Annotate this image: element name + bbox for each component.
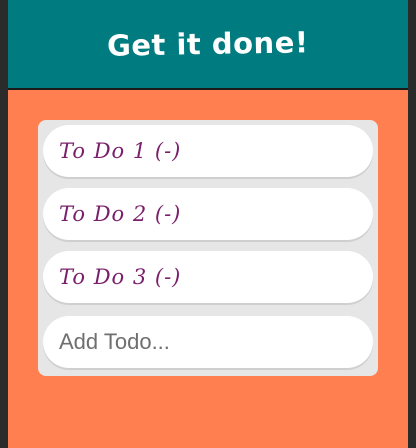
- todo-item[interactable]: To Do 1 (-): [43, 125, 373, 177]
- app-header: Get it done!: [8, 0, 408, 90]
- todo-item[interactable]: To Do 2 (-): [43, 188, 373, 240]
- add-todo-input[interactable]: [59, 329, 359, 355]
- window-frame: Get it done! To Do 1 (-) To Do 2 (-) To …: [0, 0, 416, 448]
- todo-list-panel: To Do 1 (-) To Do 2 (-) To Do 3 (-): [38, 120, 378, 376]
- add-todo-field[interactable]: [43, 316, 373, 368]
- app-title: Get it done!: [106, 25, 310, 63]
- todo-item-label: To Do 3 (-): [59, 265, 182, 289]
- todo-item-label: To Do 2 (-): [59, 202, 182, 226]
- todo-item-label: To Do 1 (-): [59, 139, 182, 163]
- todo-app: Get it done! To Do 1 (-) To Do 2 (-) To …: [8, 0, 408, 448]
- todo-item[interactable]: To Do 3 (-): [43, 251, 373, 303]
